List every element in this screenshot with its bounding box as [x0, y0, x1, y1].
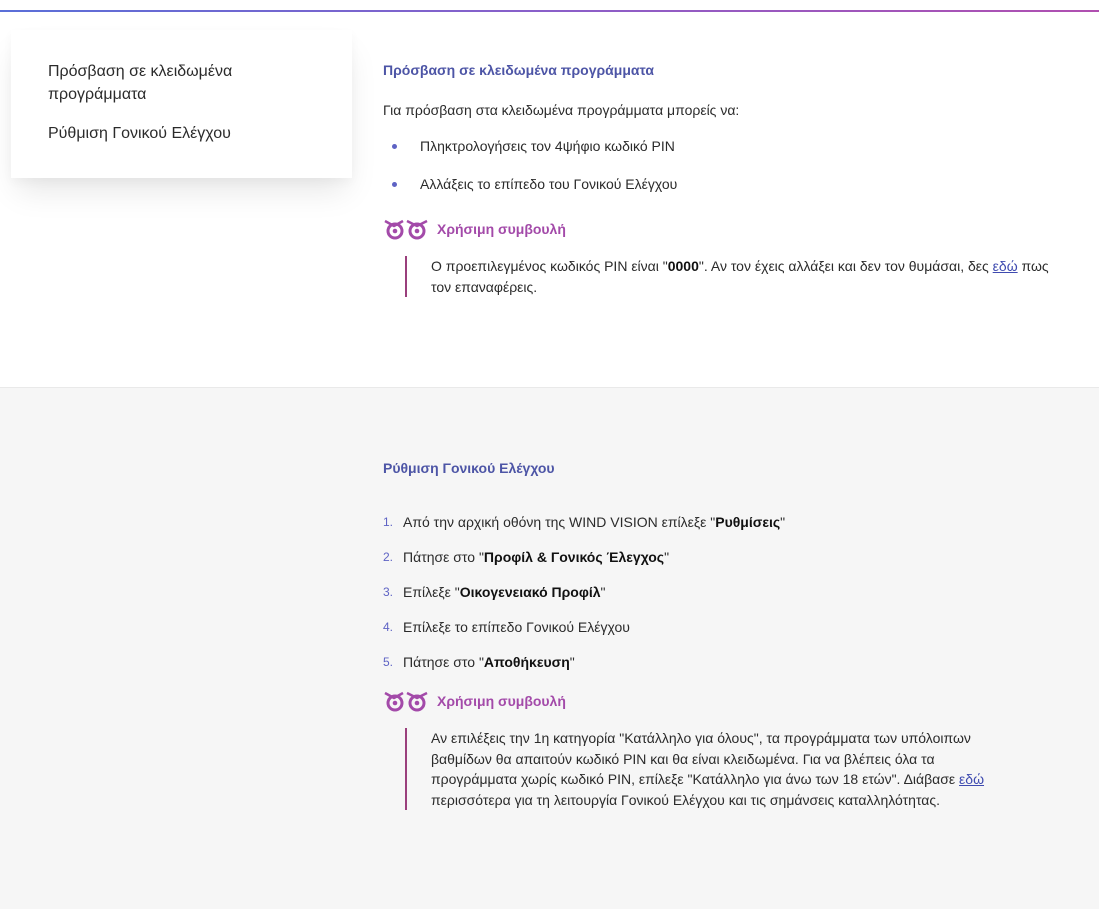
tip-header: Χρήσιμη συμβουλή [383, 216, 1063, 242]
step-item: 3. Επίλεξε "Οικογενειακό Προφίλ" [383, 582, 1063, 602]
tip-text: ". Αν τον έχεις αλλάξει και δεν τον θυμά… [698, 258, 993, 274]
step-text: " [569, 654, 575, 670]
step-item: 5. Πάτησε στο "Αποθήκευση" [383, 652, 1063, 672]
step-text: Πάτησε στο " [403, 654, 484, 670]
step-bold: Ρυθμίσεις [715, 514, 781, 530]
step-number: 2. [383, 550, 394, 564]
list-item-text: Πληκτρολογήσεις τον 4ψήφιο κωδικό PIN [420, 138, 675, 154]
owl-eyes-icon [383, 218, 429, 240]
step-text: " [780, 514, 786, 530]
bullet-dot [392, 144, 397, 149]
tip-title: Χρήσιμη συμβουλή [437, 221, 566, 237]
step-text: Πάτησε στο " [403, 549, 484, 565]
sidebar-nav: Πρόσβαση σε κλειδωμένα προγράμματα Ρύθμι… [11, 30, 352, 178]
tip-text: περισσότερα για τη λειτουργία Γονικού Ελ… [431, 791, 941, 808]
tip-text: Αν επιλέξεις την 1η κατηγορία "Κατάλληλο… [431, 730, 971, 787]
section-intro: Για πρόσβαση στα κλειδωμένα προγράμματα … [383, 102, 740, 118]
tip-title: Χρήσιμη συμβουλή [437, 693, 566, 709]
tip-header: Χρήσιμη συμβουλή [383, 688, 1063, 714]
step-number: 4. [383, 620, 394, 634]
list-item: Αλλάξεις το επίπεδο του Γονικού Ελέγχου [383, 174, 1063, 194]
tip-body: Αν επιλέξεις την 1η κατηγορία "Κατάλληλο… [405, 728, 1005, 810]
step-item: 4. Επίλεξε το επίπεδο Γονικού Ελέγχου [383, 617, 1063, 637]
step-text: " [664, 549, 670, 565]
sidebar-item-locked-programs[interactable]: Πρόσβαση σε κλειδωμένα προγράμματα [48, 60, 288, 106]
section-content: Ρύθμιση Γονικού Ελέγχου 1. Από την αρχική… [383, 458, 1063, 810]
step-item: 2. Πάτησε στο "Προφίλ & Γονικός Έλεγχος" [383, 547, 1063, 567]
tip-box: Χρήσιμη συμβουλή Ο προεπιλεγμένος κωδικό… [383, 216, 1063, 297]
section-parental-control: Ρύθμιση Γονικού Ελέγχου 1. Από την αρχική… [0, 387, 1099, 909]
tip-text: Ο προεπιλεγμένος κωδικός PIN είναι " [431, 258, 668, 274]
step-bold: Αποθήκευση [483, 654, 570, 670]
list-item-text: Αλλάξεις το επίπεδο του Γονικού Ελέγχου [420, 176, 678, 192]
step-number: 3. [383, 585, 394, 599]
steps-list: 1. Από την αρχική οθόνη της WIND VISION ε… [383, 512, 1063, 672]
step-text: Επίλεξε το επίπεδο Γονικού Ελέγχου [403, 619, 630, 635]
step-text: Από την αρχική οθόνη της WIND VISION επί… [403, 514, 716, 530]
section-title: Ρύθμιση Γονικού Ελέγχου [383, 460, 555, 476]
step-number: 5. [383, 655, 394, 669]
step-bold: Οικογενειακό Προφίλ [459, 584, 601, 600]
bullet-dot [392, 182, 397, 187]
parental-info-link[interactable]: εδώ [959, 771, 984, 787]
pin-reset-link[interactable]: εδώ [993, 258, 1018, 274]
sidebar-item-parental-control[interactable]: Ρύθμιση Γονικού Ελέγχου [48, 122, 288, 145]
section-content: Πρόσβαση σε κλειδωμένα προγράμματα Για π… [383, 60, 1063, 297]
list-item: Πληκτρολογήσεις τον 4ψήφιο κωδικό PIN [383, 136, 1063, 156]
owl-eyes-icon [383, 690, 429, 712]
step-text: " [600, 584, 606, 600]
default-pin: 0000 [667, 258, 699, 274]
tip-body: Ο προεπιλεγμένος κωδικός PIN είναι "0000… [405, 256, 1063, 297]
section-title: Πρόσβαση σε κλειδωμένα προγράμματα [383, 62, 654, 78]
tip-box: Χρήσιμη συμβουλή Αν επιλέξεις την 1η κατ… [383, 688, 1063, 810]
step-item: 1. Από την αρχική οθόνη της WIND VISION ε… [383, 512, 1063, 532]
step-number: 1. [383, 515, 394, 529]
step-text: Επίλεξε " [403, 584, 460, 600]
bullet-list: Πληκτρολογήσεις τον 4ψήφιο κωδικό PIN Αλ… [383, 136, 1063, 194]
step-bold: Προφίλ & Γονικός Έλεγχος [483, 549, 665, 565]
